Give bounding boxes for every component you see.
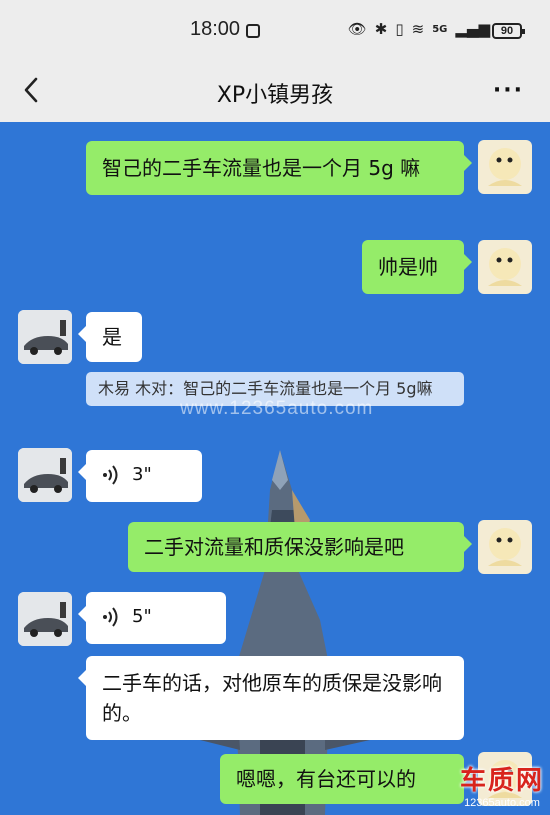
- voice-duration: 5": [132, 606, 152, 627]
- car-avatar-icon: [18, 448, 72, 502]
- chat-title: XP小镇男孩: [216, 83, 334, 108]
- cartoon-avatar-icon: [488, 248, 522, 286]
- status-time: 18:00: [190, 18, 241, 40]
- my-avatar[interactable]: [478, 520, 532, 574]
- status-icons: 👁 ✱ ▯ ≋ 5G ▂▄▆: [348, 20, 490, 38]
- message-bubble-sent[interactable]: 嗯嗯，有台还可以的: [220, 754, 472, 804]
- contact-avatar[interactable]: [18, 310, 72, 364]
- logo-sub-text: 12365auto.com: [464, 797, 540, 809]
- voice-duration: 3": [132, 464, 152, 485]
- cartoon-avatar-icon: [488, 148, 522, 186]
- message-bubble-sent[interactable]: 帅是帅: [362, 240, 472, 294]
- message-bubble-received[interactable]: 是: [78, 312, 142, 362]
- contact-avatar[interactable]: [18, 448, 72, 502]
- more-options-icon[interactable]: ···: [493, 78, 524, 103]
- contact-avatar[interactable]: [18, 592, 72, 646]
- network-type: 5G: [432, 23, 448, 35]
- status-bar: 18:00 👁 ✱ ▯ ≋ 5G ▂▄▆ 90: [0, 0, 550, 60]
- voice-message[interactable]: 3": [78, 450, 202, 502]
- eye-icon: 👁: [347, 20, 367, 38]
- message-bubble-received[interactable]: 二手车的话，对他原车的质保是没影响的。: [78, 656, 464, 740]
- my-avatar[interactable]: [478, 140, 532, 194]
- logo-main-text: 车质网: [459, 766, 544, 796]
- voice-wave-icon: [103, 465, 118, 485]
- watermark-text: www.12365auto.com: [180, 398, 374, 419]
- cartoon-avatar-icon: [488, 528, 522, 566]
- vibrate-icon: ▯: [395, 20, 404, 38]
- notification-icon: [246, 24, 260, 38]
- my-avatar[interactable]: [478, 240, 532, 294]
- car-avatar-icon: [18, 592, 72, 646]
- battery-icon: 90: [492, 23, 525, 39]
- bluetooth-icon: ✱: [374, 20, 388, 38]
- signal-icon: ▂▄▆: [455, 20, 490, 38]
- voice-message[interactable]: 5": [78, 592, 226, 644]
- site-logo: 车质网 12365auto.com: [460, 760, 544, 809]
- chat-header: XP小镇男孩 ···: [0, 60, 550, 122]
- message-bubble-sent[interactable]: 智己的二手车流量也是一个月 5g 嘛: [86, 141, 472, 195]
- wifi-icon: ≋: [411, 20, 425, 38]
- message-bubble-sent[interactable]: 二手对流量和质保没影响是吧: [128, 522, 472, 572]
- voice-wave-icon: [103, 607, 118, 627]
- car-avatar-icon: [18, 310, 72, 364]
